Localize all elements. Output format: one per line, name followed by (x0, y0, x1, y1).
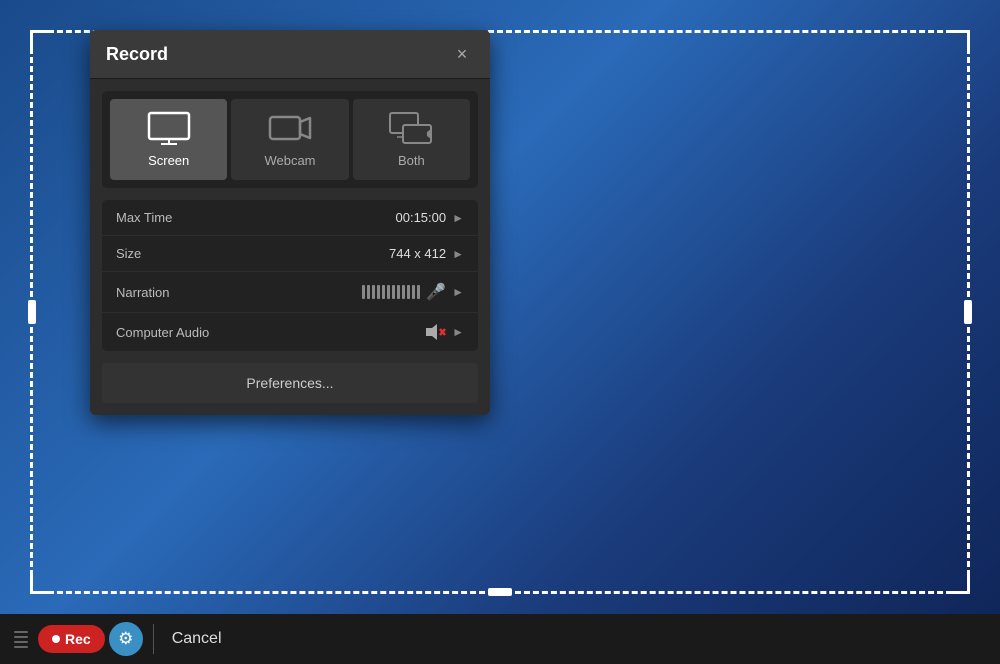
mode-both-label: Both (398, 153, 425, 168)
narration-row[interactable]: Narration 🎤 ► (102, 272, 478, 313)
mode-selector: Screen Webcam (102, 91, 478, 188)
narration-value: 🎤 ► (226, 282, 464, 302)
max-time-row[interactable]: Max Time 00:15:00 ► (102, 200, 478, 236)
record-dialog: Record × Screen (90, 30, 490, 415)
toolbar-divider (153, 624, 154, 654)
size-chevron: ► (452, 247, 464, 261)
microphone-icon: 🎤 (426, 282, 446, 302)
grip-line-3 (14, 641, 28, 643)
screen-icon (147, 111, 191, 145)
mode-screen-button[interactable]: Screen (110, 99, 227, 180)
close-button[interactable]: × (450, 42, 474, 66)
grip-line-1 (14, 631, 28, 633)
grip-line-2 (14, 636, 28, 638)
computer-audio-value: ► (226, 323, 464, 341)
audio-muted-icon (424, 323, 446, 341)
mode-screen-label: Screen (148, 153, 189, 168)
corner-handle-bl[interactable] (30, 574, 50, 594)
preferences-button[interactable]: Preferences... (102, 363, 478, 403)
mode-both-button[interactable]: Both (353, 99, 470, 180)
side-handle-right[interactable] (964, 300, 972, 324)
dialog-body: Screen Webcam (90, 79, 490, 415)
narration-chevron: ► (452, 285, 464, 299)
max-time-value: 00:15:00 ► (226, 210, 464, 225)
computer-audio-chevron: ► (452, 325, 464, 339)
side-handle-bottom[interactable] (488, 588, 512, 596)
max-time-label: Max Time (116, 210, 226, 225)
bottom-toolbar: Rec ⚙ Cancel (0, 614, 1000, 664)
both-icon (389, 111, 433, 145)
settings-panel: Max Time 00:15:00 ► Size 744 x 412 ► Nar… (102, 200, 478, 351)
dialog-titlebar: Record × (90, 30, 490, 79)
size-label: Size (116, 246, 226, 261)
mode-webcam-label: Webcam (264, 153, 315, 168)
settings-gear-button[interactable]: ⚙ (109, 622, 143, 656)
corner-handle-tr[interactable] (950, 30, 970, 50)
size-value: 744 x 412 ► (226, 246, 464, 261)
computer-audio-row[interactable]: Computer Audio ► (102, 313, 478, 351)
webcam-icon (268, 111, 312, 145)
gear-icon: ⚙ (118, 629, 133, 649)
size-row[interactable]: Size 744 x 412 ► (102, 236, 478, 272)
side-handle-left[interactable] (28, 300, 36, 324)
grip-line-4 (14, 646, 28, 648)
corner-handle-br[interactable] (950, 574, 970, 594)
toolbar-grip (14, 631, 28, 648)
max-time-chevron: ► (452, 211, 464, 225)
cancel-button[interactable]: Cancel (164, 624, 230, 654)
rec-dot (52, 635, 60, 643)
narration-level-bars (362, 285, 420, 299)
rec-label: Rec (65, 631, 91, 647)
dialog-title: Record (106, 44, 168, 65)
mode-webcam-button[interactable]: Webcam (231, 99, 348, 180)
corner-handle-tl[interactable] (30, 30, 50, 50)
computer-audio-label: Computer Audio (116, 325, 226, 340)
narration-label: Narration (116, 285, 226, 300)
rec-button[interactable]: Rec (38, 625, 105, 653)
